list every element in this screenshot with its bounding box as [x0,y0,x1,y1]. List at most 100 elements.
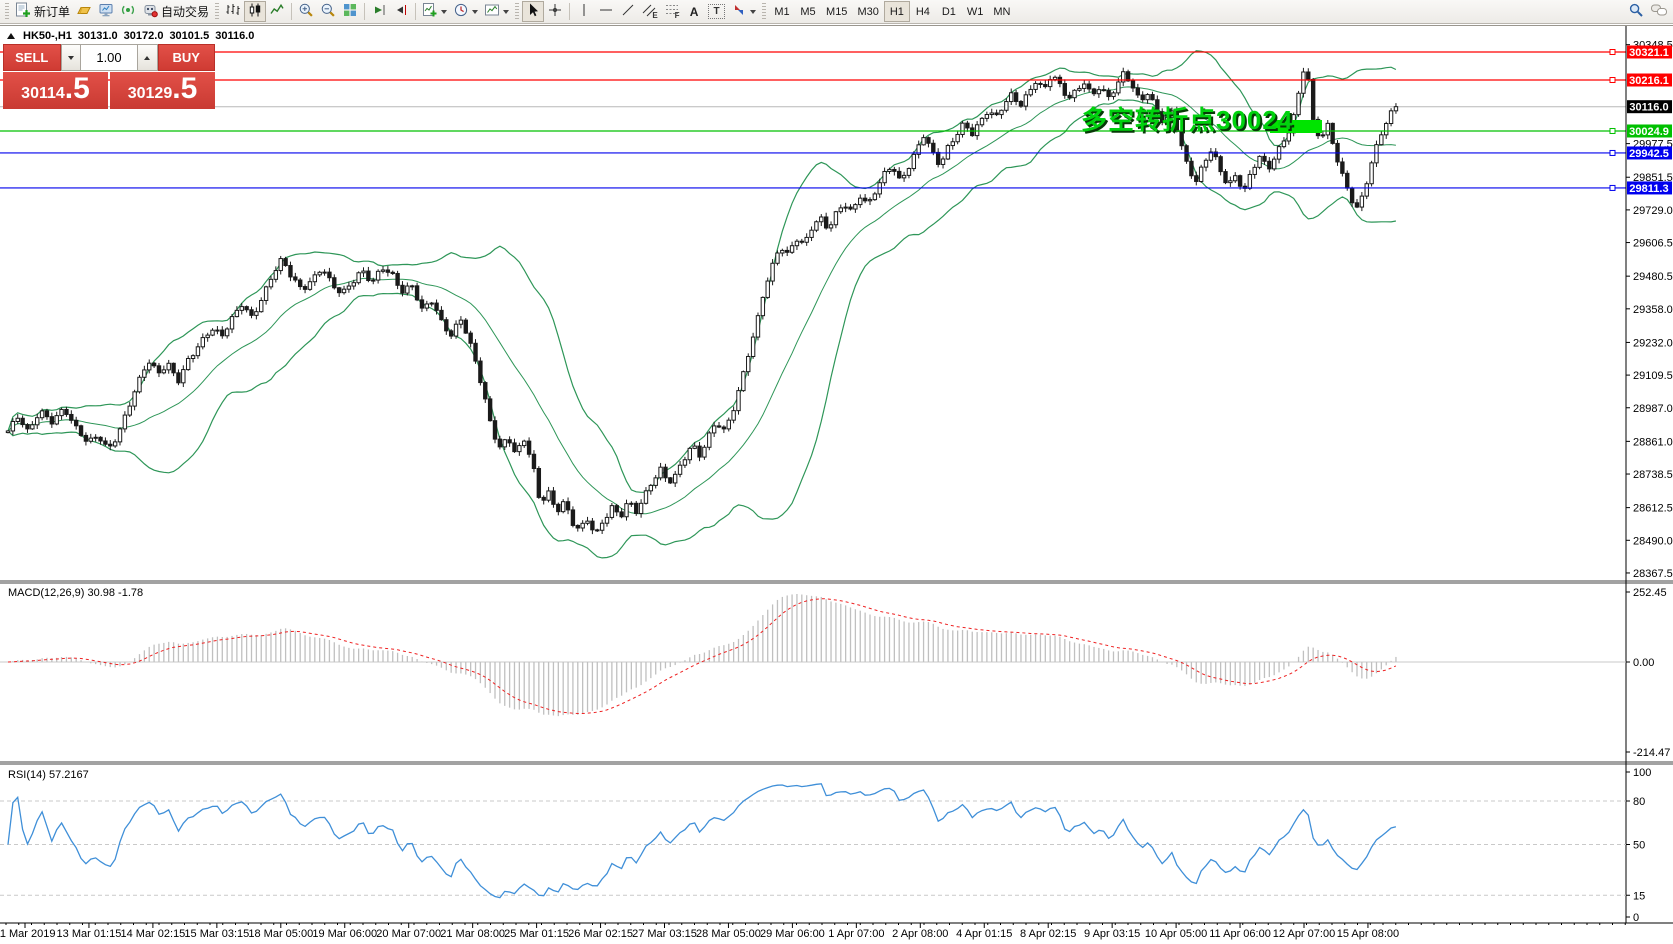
svg-text:30024.9: 30024.9 [1629,126,1669,138]
auto-scroll-button[interactable] [368,1,390,22]
crosshair-tool-button[interactable] [544,1,566,22]
fibonacci-letter: F [675,11,680,20]
horizontal-line-icon [598,2,614,21]
chart-shift-button[interactable] [390,1,412,22]
sell-price[interactable]: 30114.5 [3,72,108,109]
svg-text:27 Mar 03:15: 27 Mar 03:15 [632,928,697,940]
svg-text:29811.3: 29811.3 [1629,183,1668,195]
timeframe-d1-button[interactable]: D1 [936,1,962,22]
svg-text:30116.0: 30116.0 [1629,102,1668,114]
tile-windows-button[interactable] [339,1,361,22]
volume-increase-button[interactable] [137,44,158,71]
timeframe-m5-button[interactable]: M5 [795,1,821,22]
svg-text:29606.5: 29606.5 [1633,238,1673,250]
pivot-annotation-text[interactable]: 多空转折点30024 [1081,100,1293,137]
svg-text:8 Apr 02:15: 8 Apr 02:15 [1020,928,1076,940]
svg-text:29 Mar 06:00: 29 Mar 06:00 [760,928,825,940]
arrows-icon [731,2,747,21]
dropdown-caret [472,10,478,14]
svg-text:28 Mar 05:00: 28 Mar 05:00 [696,928,761,940]
volume-decrease-button[interactable] [61,44,82,71]
svg-text:15 Apr 08:00: 15 Apr 08:00 [1337,928,1399,940]
svg-text:11 Apr 06:00: 11 Apr 06:00 [1209,928,1271,940]
timeframe-h1-button[interactable]: H1 [884,1,910,22]
chart-window[interactable]: 30348.529977.529851.529729.029606.529480… [0,0,1673,944]
svg-text:18 Mar 05:00: 18 Mar 05:00 [248,928,313,940]
timeframe-h4-button[interactable]: H4 [910,1,936,22]
timeframe-m1-button[interactable]: M1 [769,1,795,22]
zoom-out-button[interactable] [317,1,339,22]
ohlc-low: 30101.5 [169,30,209,42]
svg-text:15: 15 [1633,890,1645,902]
fibonacci-tool-button[interactable]: F [661,1,683,22]
svg-text:RSI(14) 57.2167: RSI(14) 57.2167 [8,769,89,781]
zoom-out-icon [320,2,336,21]
arrows-tool-button[interactable] [728,1,759,22]
chart-shift-icon [393,2,409,21]
candlestick-icon [247,2,263,21]
buy-price[interactable]: 30129.5 [110,72,215,109]
periods-button[interactable] [450,1,481,22]
autotrading-label: 自动交易 [161,3,209,20]
metaeditor-button[interactable] [95,1,117,22]
new-order-icon [15,2,31,21]
dropdown-caret [503,10,509,14]
chart-canvas[interactable]: 30348.529977.529851.529729.029606.529480… [0,0,1673,944]
search-icon [1628,2,1644,21]
channel-tool-button[interactable]: E [639,1,661,22]
svg-text:2 Apr 08:00: 2 Apr 08:00 [892,928,948,940]
toolbar-separator [569,3,570,20]
text-tool-button[interactable]: A [683,1,705,22]
bar-chart-icon [225,2,241,21]
candlestick-chart-button[interactable] [244,1,266,22]
zoom-in-button[interactable] [295,1,317,22]
svg-text:26 Mar 02:15: 26 Mar 02:15 [568,928,633,940]
trendline-tool-button[interactable] [617,1,639,22]
new-order-button[interactable]: 新订单 [12,1,73,22]
text-label-tool-button[interactable]: T [705,1,728,22]
timeframe-m30-button[interactable]: M30 [852,1,883,22]
svg-text:28612.5: 28612.5 [1633,503,1673,515]
svg-text:50: 50 [1633,840,1645,852]
buy-button[interactable]: BUY [158,44,216,71]
vertical-line-tool-button[interactable] [573,1,595,22]
channel-letter: E [652,11,657,20]
svg-text:28367.5: 28367.5 [1633,568,1673,580]
horizontal-line-tool-button[interactable] [595,1,617,22]
panel-collapse-icon[interactable] [7,33,15,39]
chart-window-border [0,25,1673,26]
svg-text:25 Mar 01:15: 25 Mar 01:15 [504,928,569,940]
sell-button[interactable]: SELL [3,44,61,71]
auto-scroll-icon [371,2,387,21]
autotrading-button[interactable]: 自动交易 [139,1,212,22]
toolbar: 新订单 自动交易 [0,0,1673,24]
market-watch-button[interactable] [73,1,95,22]
cursor-tool-button[interactable] [522,1,544,22]
svg-text:MACD(12,26,9) 30.98 -1.78: MACD(12,26,9) 30.98 -1.78 [8,587,143,599]
toolbar-separator [415,3,416,20]
zoom-in-icon [298,2,314,21]
dropdown-caret [441,10,447,14]
volume-input[interactable] [81,44,137,71]
templates-button[interactable] [481,1,512,22]
svg-text:100: 100 [1633,767,1651,779]
line-chart-button[interactable] [266,1,288,22]
chat-button[interactable] [1647,1,1671,22]
spin-down-icon [68,56,74,60]
spin-up-icon [144,56,150,60]
search-button[interactable] [1625,1,1647,22]
signals-button[interactable] [117,1,139,22]
timeframe-m15-button[interactable]: M15 [821,1,852,22]
svg-text:29480.5: 29480.5 [1633,271,1673,283]
ohlc-high: 30172.0 [124,30,164,42]
svg-text:28738.5: 28738.5 [1633,469,1673,481]
line-chart-icon [269,2,285,21]
new-order-label: 新订单 [34,3,70,20]
svg-text:29942.5: 29942.5 [1629,148,1669,160]
ohlc-readout: HK50-,H1 30131.0 30172.0 30101.5 30116.0 [7,30,254,42]
indicators-button[interactable] [419,1,450,22]
timeframe-w1-button[interactable]: W1 [962,1,989,22]
timeframe-mn-button[interactable]: MN [988,1,1015,22]
chat-icon [1650,2,1668,21]
bar-chart-button[interactable] [222,1,244,22]
